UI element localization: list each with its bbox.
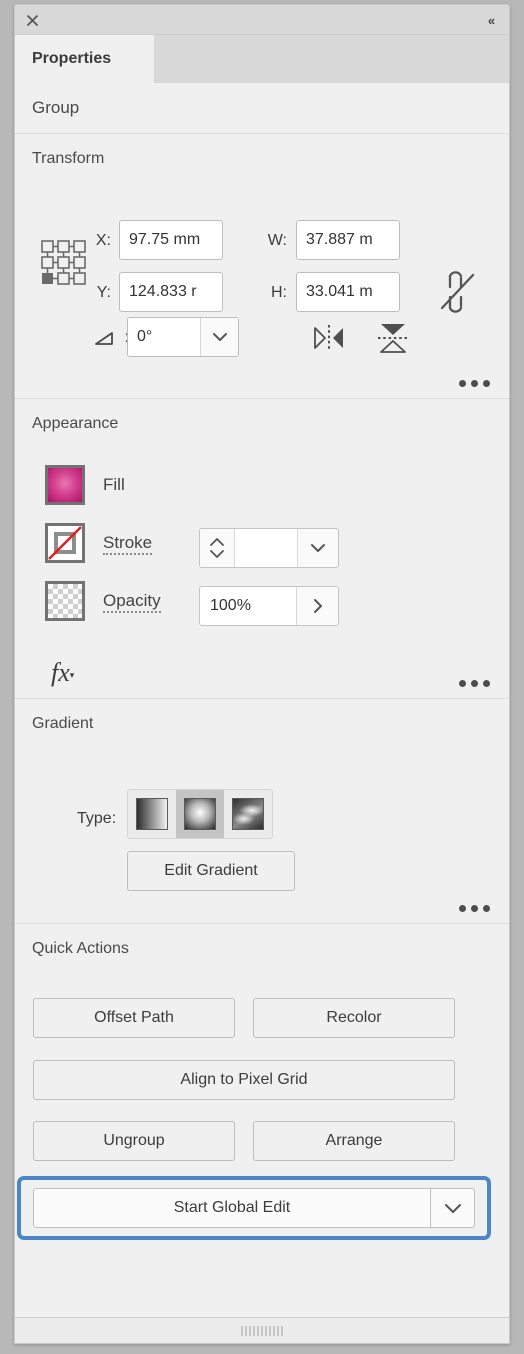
broken-link-icon[interactable]: [435, 263, 481, 321]
appearance-more-options-icon[interactable]: [459, 680, 490, 687]
linear-gradient-icon: [136, 798, 168, 830]
angle-value[interactable]: 0°: [128, 318, 200, 356]
h-input[interactable]: 33.041 m: [296, 272, 400, 312]
gradient-type-group: [127, 789, 273, 839]
gradient-type-label: Type:: [77, 810, 117, 827]
appearance-body: Fill Stroke Opacity 100% fx▾: [15, 433, 509, 698]
opacity-control[interactable]: 100%: [199, 586, 339, 626]
opacity-input[interactable]: 100%: [200, 587, 296, 625]
stroke-swatch[interactable]: [45, 523, 85, 563]
freeform-gradient-icon: [232, 798, 264, 830]
angle-icon: [93, 325, 117, 351]
fx-label: fx: [51, 658, 70, 687]
fill-label: Fill: [103, 475, 125, 494]
angle-combobox[interactable]: 0°: [127, 317, 239, 357]
gradient-section: Gradient Type: Edit Gradient: [15, 699, 509, 923]
offset-path-button[interactable]: Offset Path: [33, 998, 235, 1038]
selected-object-type: Group: [15, 83, 509, 133]
opacity-swatch[interactable]: [45, 581, 85, 621]
global-edit-chevron-down-icon[interactable]: [431, 1188, 475, 1228]
x-field-label: X:: [95, 232, 111, 249]
start-global-edit-split-button[interactable]: Start Global Edit: [33, 1188, 475, 1228]
arrange-button[interactable]: Arrange: [253, 1121, 455, 1161]
tab-properties[interactable]: Properties: [15, 35, 154, 83]
y-field-label: Y:: [96, 284, 111, 301]
properties-panel-window: « Properties Group Transform X: 97.75 mm…: [14, 4, 510, 1344]
collapse-panel-icon[interactable]: «: [481, 12, 501, 28]
gradient-title: Gradient: [32, 715, 94, 732]
reference-point-widget[interactable]: [41, 240, 87, 286]
gradient-type-freeform-button[interactable]: [224, 790, 272, 838]
edit-gradient-button[interactable]: Edit Gradient: [127, 851, 295, 891]
flip-vertical-icon[interactable]: [371, 318, 415, 358]
quick-actions-body: Offset Path Recolor Align to Pixel Grid …: [15, 958, 509, 1288]
opacity-label-text[interactable]: Opacity: [103, 591, 161, 613]
panel-titlebar: «: [15, 5, 509, 35]
flip-horizontal-icon[interactable]: [307, 320, 351, 356]
fx-triangle-icon: ▾: [69, 670, 75, 680]
w-field-label: W:: [267, 232, 287, 249]
transform-more-options-icon[interactable]: [459, 380, 490, 387]
opacity-label[interactable]: Opacity: [103, 591, 161, 613]
quick-actions-title: Quick Actions: [32, 940, 129, 957]
appearance-title: Appearance: [32, 415, 119, 432]
ungroup-button[interactable]: Ungroup: [33, 1121, 235, 1161]
fx-effects-icon[interactable]: fx▾: [51, 658, 74, 688]
transform-body: X: 97.75 mm W: 37.887 m Y: 124.833 r H: …: [15, 168, 509, 398]
opacity-chevron-right-icon[interactable]: [296, 587, 338, 625]
stroke-weight-stepper[interactable]: [200, 529, 234, 567]
panel-footer: [15, 1317, 509, 1343]
gradient-more-options-icon[interactable]: [459, 905, 490, 912]
gradient-type-radial-button[interactable]: [176, 790, 224, 838]
gradient-body: Type: Edit Gradient: [15, 733, 509, 923]
radial-gradient-icon: [184, 798, 216, 830]
align-to-pixel-grid-button[interactable]: Align to Pixel Grid: [33, 1060, 455, 1100]
transform-section: Transform X: 97.75 mm W: 37.887 m Y: 124…: [15, 134, 509, 398]
stroke-label-text[interactable]: Stroke: [103, 533, 153, 555]
appearance-section: Appearance Fill Stroke Opacity 100% fx▾: [15, 399, 509, 698]
gradient-type-linear-button[interactable]: [128, 790, 176, 838]
stroke-chevron-down-icon[interactable]: [298, 529, 338, 567]
quick-actions-section: Quick Actions Offset Path Recolor Align …: [15, 924, 509, 1288]
stroke-weight-input[interactable]: [234, 529, 298, 567]
tab-properties-label: Properties: [32, 50, 112, 67]
angle-dropdown-chevron-down-icon[interactable]: [200, 318, 238, 356]
h-field-label: H:: [271, 284, 287, 301]
fill-swatch[interactable]: [45, 465, 85, 505]
w-input[interactable]: 37.887 m: [296, 220, 400, 260]
close-icon[interactable]: [23, 11, 41, 29]
recolor-button[interactable]: Recolor: [253, 998, 455, 1038]
stroke-label[interactable]: Stroke: [103, 533, 153, 555]
panel-resize-grip[interactable]: [241, 1325, 283, 1336]
x-input[interactable]: 97.75 mm: [119, 220, 223, 260]
panel-tabstrip: Properties: [15, 35, 509, 83]
stroke-weight-control[interactable]: [199, 528, 339, 568]
object-type-label: Group: [32, 98, 80, 117]
y-input[interactable]: 124.833 r: [119, 272, 223, 312]
transform-title: Transform: [32, 150, 105, 167]
start-global-edit-button[interactable]: Start Global Edit: [33, 1188, 431, 1228]
